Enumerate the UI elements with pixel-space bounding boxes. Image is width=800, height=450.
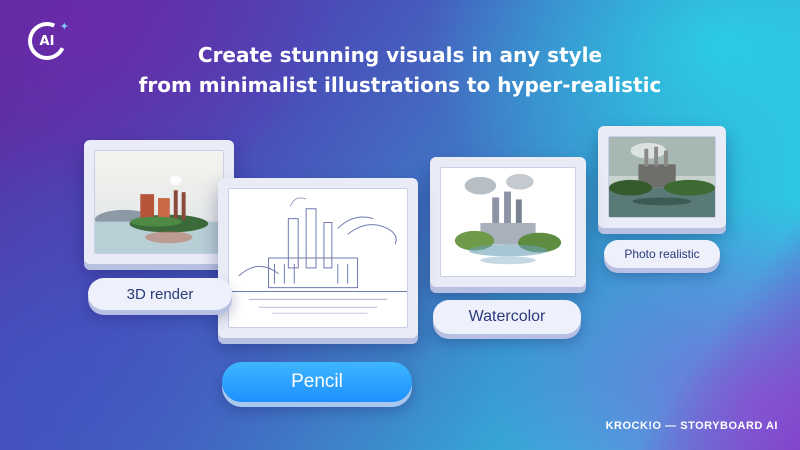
style-card-watercolor[interactable] (430, 157, 586, 287)
style-label-watercolor[interactable]: Watercolor (433, 300, 581, 334)
headline-line-1: Create stunning visuals in any style (197, 43, 603, 67)
headline-line-2: from minimalist illustrations to hyper-r… (138, 73, 662, 97)
pencil-label: Pencil (291, 371, 343, 392)
brand-label: KROCK!O — STORYBOARD AI (605, 420, 778, 432)
style-card-photo-realistic[interactable] (598, 126, 726, 228)
style-label-photo-realistic[interactable]: Photo realistic (604, 240, 720, 268)
style-button-pencil[interactable]: Pencil (222, 362, 412, 402)
photo-realistic-label: Photo realistic (624, 247, 700, 261)
3d-render-image (94, 150, 224, 254)
style-card-pencil[interactable] (218, 178, 418, 338)
style-card-3d-render[interactable] (84, 140, 234, 264)
headline: Create stunning visuals in any style fro… (0, 40, 800, 100)
style-label-3d-render[interactable]: 3D render (88, 278, 232, 310)
photo-realistic-image (608, 136, 716, 218)
pencil-image (228, 188, 408, 328)
watercolor-label: Watercolor (468, 308, 546, 325)
watercolor-image (440, 167, 576, 277)
3d-render-label: 3D render (126, 285, 194, 303)
